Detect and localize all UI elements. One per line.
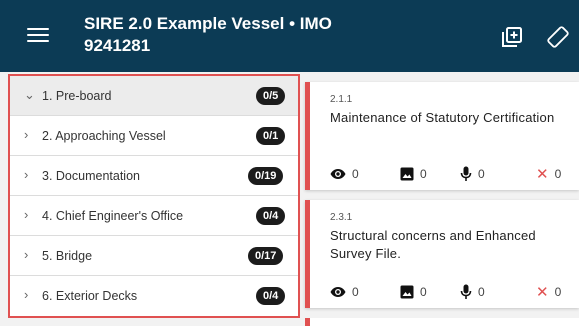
- chevron-right-icon: ›: [24, 287, 29, 302]
- section-label: 6. Exterior Decks: [42, 289, 138, 303]
- section-count-badge: 0/4: [256, 287, 286, 305]
- section-count-badge: 0/1: [256, 127, 286, 145]
- question-title: Structural concerns and Enhanced Survey …: [330, 228, 536, 261]
- page-title-line2: 9241281: [84, 36, 151, 55]
- section-item-documentation[interactable]: › 3. Documentation 0/19: [10, 156, 298, 196]
- question-card-partial[interactable]: [305, 318, 579, 326]
- section-item-bridge[interactable]: › 5. Bridge 0/17: [10, 236, 298, 276]
- hamburger-menu-icon[interactable]: [27, 28, 49, 44]
- chevron-right-icon: ›: [24, 167, 29, 182]
- audio-stat: 0: [460, 284, 485, 300]
- views-count: 0: [352, 285, 359, 299]
- views-stat: 0: [330, 284, 359, 300]
- screen-rotation-icon[interactable]: [546, 25, 570, 49]
- chevron-right-icon: ›: [24, 247, 29, 262]
- question-code: 2.1.1: [330, 94, 353, 105]
- section-item-exterior-decks[interactable]: › 6. Exterior Decks 0/4: [10, 276, 298, 316]
- photos-stat: 0: [400, 166, 427, 182]
- chevron-right-icon: ›: [24, 207, 29, 222]
- page-title: SIRE 2.0 Example Vessel • IMO 9241281: [84, 13, 344, 57]
- eye-icon: [330, 287, 346, 297]
- audio-count: 0: [478, 167, 485, 181]
- close-icon: ✕: [536, 283, 549, 301]
- photo-icon: [400, 285, 414, 299]
- section-item-pre-board[interactable]: ⌄ 1. Pre-board 0/5: [10, 76, 298, 116]
- section-count-badge: 0/4: [256, 207, 286, 225]
- photos-count: 0: [420, 285, 427, 299]
- section-label: 2. Approaching Vessel: [42, 129, 166, 143]
- photos-count: 0: [420, 167, 427, 181]
- app-root: SIRE 2.0 Example Vessel • IMO 9241281 ⌄ …: [0, 0, 579, 326]
- audio-count: 0: [478, 285, 485, 299]
- section-label: 5. Bridge: [42, 249, 93, 263]
- section-label: 4. Chief Engineer's Office: [42, 209, 184, 223]
- audio-stat: 0: [460, 166, 485, 182]
- issues-count: 0: [554, 167, 562, 181]
- section-label: 3. Documentation: [42, 169, 140, 183]
- question-card[interactable]: 2.1.1 Maintenance of Statutory Certifica…: [305, 82, 579, 190]
- views-count: 0: [352, 167, 359, 181]
- section-label: 1. Pre-board: [42, 89, 112, 103]
- question-card[interactable]: 2.3.1 Structural concerns and Enhanced S…: [305, 200, 579, 308]
- question-title: Maintenance of Statutory Certification: [330, 110, 555, 125]
- issues-count: 0: [554, 285, 562, 299]
- close-icon: ✕: [536, 165, 549, 183]
- chevron-down-icon: ⌄: [24, 87, 35, 102]
- issues-stat: ✕ 0: [536, 284, 561, 300]
- section-count-badge: 0/19: [248, 167, 284, 185]
- section-list: ⌄ 1. Pre-board 0/5 › 2. Approaching Vess…: [8, 74, 300, 318]
- section-count-badge: 0/5: [256, 87, 286, 105]
- issues-stat: ✕ 0: [536, 166, 561, 182]
- section-count-badge: 0/17: [248, 247, 284, 265]
- section-item-approaching-vessel[interactable]: › 2. Approaching Vessel 0/1: [10, 116, 298, 156]
- question-code: 2.3.1: [330, 212, 353, 223]
- chevron-right-icon: ›: [24, 127, 29, 142]
- photo-icon: [400, 167, 414, 181]
- app-header: SIRE 2.0 Example Vessel • IMO 9241281: [0, 0, 579, 72]
- section-item-chief-engineers-office[interactable]: › 4. Chief Engineer's Office 0/4: [10, 196, 298, 236]
- microphone-icon: [460, 166, 472, 181]
- photos-stat: 0: [400, 284, 427, 300]
- add-box-icon[interactable]: [502, 27, 522, 47]
- microphone-icon: [460, 284, 472, 299]
- eye-icon: [330, 169, 346, 179]
- views-stat: 0: [330, 166, 359, 182]
- page-title-line1: SIRE 2.0 Example Vessel • IMO: [84, 14, 332, 33]
